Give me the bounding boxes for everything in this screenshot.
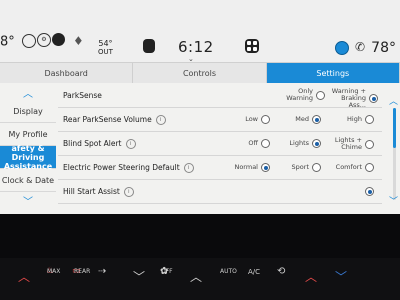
option-label: Off xyxy=(248,139,258,147)
option-lights[interactable]: Lights xyxy=(287,139,321,148)
outside-temperature: 54° OUT xyxy=(98,39,113,57)
option-comfort[interactable]: Comfort xyxy=(330,163,374,172)
option-warning-braking-assist[interactable]: Warning + Braking Ass... xyxy=(324,88,378,109)
info-icon[interactable]: i xyxy=(155,114,166,125)
sidebar-item-safety-driving-assistance[interactable]: afety & Driving Assistance xyxy=(0,144,56,171)
tab-settings[interactable]: Settings xyxy=(266,63,400,83)
radio-unselected[interactable] xyxy=(261,139,270,148)
setting-row-parksense: ParkSense Only Warning Warning + Braking… xyxy=(58,84,382,109)
radio-unselected[interactable] xyxy=(365,115,374,124)
setting-label: Electric Power Steering Default xyxy=(63,163,180,172)
setting-row-hill-start-assist: Hill Start Assist i xyxy=(58,180,382,204)
notification-bell-icon[interactable]: ♦ xyxy=(73,34,84,48)
settings-sidebar: ︿ Display My Profile afety & Driving Ass… xyxy=(0,84,56,214)
home-icon[interactable] xyxy=(52,33,65,46)
temp-up-passenger-icon[interactable]: ︿ xyxy=(305,268,317,285)
status-bar: 8° ⚙ ♦ 54° OUT 6:12 ⌄ ✆ 78° xyxy=(0,0,400,63)
setting-label-wrap: Electric Power Steering Default i xyxy=(63,162,194,173)
option-label: Only Warning xyxy=(286,87,313,102)
option-label: Normal xyxy=(234,163,258,171)
option-label: Lights + Chime xyxy=(334,136,362,151)
option-label: High xyxy=(347,115,362,123)
tab-dashboard[interactable]: Dashboard xyxy=(0,63,134,83)
ac-button[interactable]: A/C xyxy=(248,268,260,276)
list-scroll-down-icon[interactable]: ﹀ xyxy=(389,194,398,207)
physical-climate-controls: ︿ ♨ ▭ ⇢ ﹀ ✿ ︿ ⟲ ︿ ﹀ xyxy=(0,258,400,300)
airflow-icon[interactable]: ⇢ xyxy=(98,266,106,277)
option-only-warning[interactable]: Only Warning xyxy=(273,88,325,102)
sidebar-item-clock-date[interactable]: Clock & Date xyxy=(0,169,56,192)
list-scroll-up-icon[interactable]: ︿ xyxy=(389,94,398,107)
auto-button[interactable]: AUTO xyxy=(220,268,237,275)
phone-icon[interactable]: ✆ xyxy=(355,40,365,54)
settings-list: ParkSense Only Warning Warning + Braking… xyxy=(58,84,382,214)
setting-label-wrap: Blind Spot Alert i xyxy=(63,138,136,149)
option-sport[interactable]: Sport xyxy=(289,163,321,172)
temp-down-passenger-icon[interactable]: ﹀ xyxy=(335,268,347,285)
recirculation-icon[interactable]: ⟲ xyxy=(277,266,285,277)
option-lights-chime[interactable]: Lights + Chime xyxy=(332,137,374,151)
apps-grid-icon[interactable] xyxy=(245,39,259,53)
setting-label-wrap: Rear ParkSense Volume i xyxy=(63,114,166,125)
sidebar-item-display[interactable]: Display xyxy=(0,100,56,123)
clock: 6:12 xyxy=(178,38,214,56)
sidebar-scroll-up-icon[interactable]: ︿ xyxy=(0,84,56,100)
profile-icon[interactable] xyxy=(335,41,349,55)
passenger-temperature[interactable]: 78° xyxy=(371,40,396,56)
radio-selected[interactable] xyxy=(369,94,378,103)
radio-unselected[interactable] xyxy=(365,139,374,149)
app-icon[interactable] xyxy=(143,39,155,53)
radio-selected[interactable] xyxy=(261,163,270,172)
fan-off-label: OFF xyxy=(161,268,173,275)
driver-temperature[interactable]: 8° xyxy=(0,35,15,50)
radio-selected[interactable] xyxy=(312,139,321,148)
climate-icon[interactable] xyxy=(22,34,36,48)
option-hill-start-toggle[interactable] xyxy=(365,187,374,196)
option-label: Low xyxy=(245,115,258,123)
sidebar-scroll-down-icon[interactable]: ﹀ xyxy=(0,192,56,208)
tab-controls[interactable]: Controls xyxy=(133,63,267,83)
info-icon[interactable]: i xyxy=(125,138,136,149)
option-normal[interactable]: Normal xyxy=(230,163,270,172)
setting-row-power-steering-default: Electric Power Steering Default i Normal… xyxy=(58,156,382,180)
radio-unselected[interactable] xyxy=(312,163,321,172)
radio-unselected[interactable] xyxy=(261,115,270,124)
infotainment-screen: 8° ⚙ ♦ 54° OUT 6:12 ⌄ ✆ 78° Dashboard Co… xyxy=(0,0,400,214)
outside-temp-label: OUT xyxy=(98,48,113,56)
option-off[interactable]: Off xyxy=(238,139,270,148)
temp-up-driver-icon[interactable]: ︿ xyxy=(18,268,30,285)
option-label: Sport xyxy=(291,163,309,171)
fan-icon[interactable]: ⚙ xyxy=(37,33,51,47)
chevron-down-icon[interactable]: ⌄ xyxy=(188,55,194,63)
option-label: Med xyxy=(295,115,309,123)
option-low[interactable]: Low xyxy=(238,115,270,124)
option-med[interactable]: Med xyxy=(289,115,321,124)
option-high[interactable]: High xyxy=(336,115,374,124)
radio-selected[interactable] xyxy=(365,187,374,196)
scrollbar-thumb[interactable] xyxy=(393,108,396,148)
radio-unselected[interactable] xyxy=(365,163,374,172)
rear-defrost-label: REAR xyxy=(74,268,91,275)
info-icon[interactable]: i xyxy=(123,186,134,197)
setting-row-blind-spot-alert: Blind Spot Alert i Off Lights Lights + C… xyxy=(58,132,382,156)
fan-down-icon[interactable]: ﹀ xyxy=(133,268,145,285)
radio-selected[interactable] xyxy=(312,115,321,124)
setting-label: Blind Spot Alert xyxy=(63,139,122,148)
option-label: Comfort xyxy=(335,163,362,171)
max-defrost-label: MAX xyxy=(47,268,61,275)
option-label: Warning + Braking Ass... xyxy=(331,87,366,109)
setting-label: ParkSense xyxy=(63,91,102,100)
setting-row-rear-parksense-volume: Rear ParkSense Volume i Low Med High xyxy=(58,108,382,132)
fan-up-icon[interactable]: ︿ xyxy=(190,268,202,285)
info-icon[interactable]: i xyxy=(183,162,194,173)
option-label: Lights xyxy=(289,139,309,147)
setting-label: Rear ParkSense Volume xyxy=(63,115,152,124)
setting-label-wrap: Hill Start Assist i xyxy=(63,186,134,197)
tab-bar: Dashboard Controls Settings xyxy=(0,63,400,83)
outside-temp-value: 54° xyxy=(98,39,113,48)
setting-label: Hill Start Assist xyxy=(63,187,120,196)
